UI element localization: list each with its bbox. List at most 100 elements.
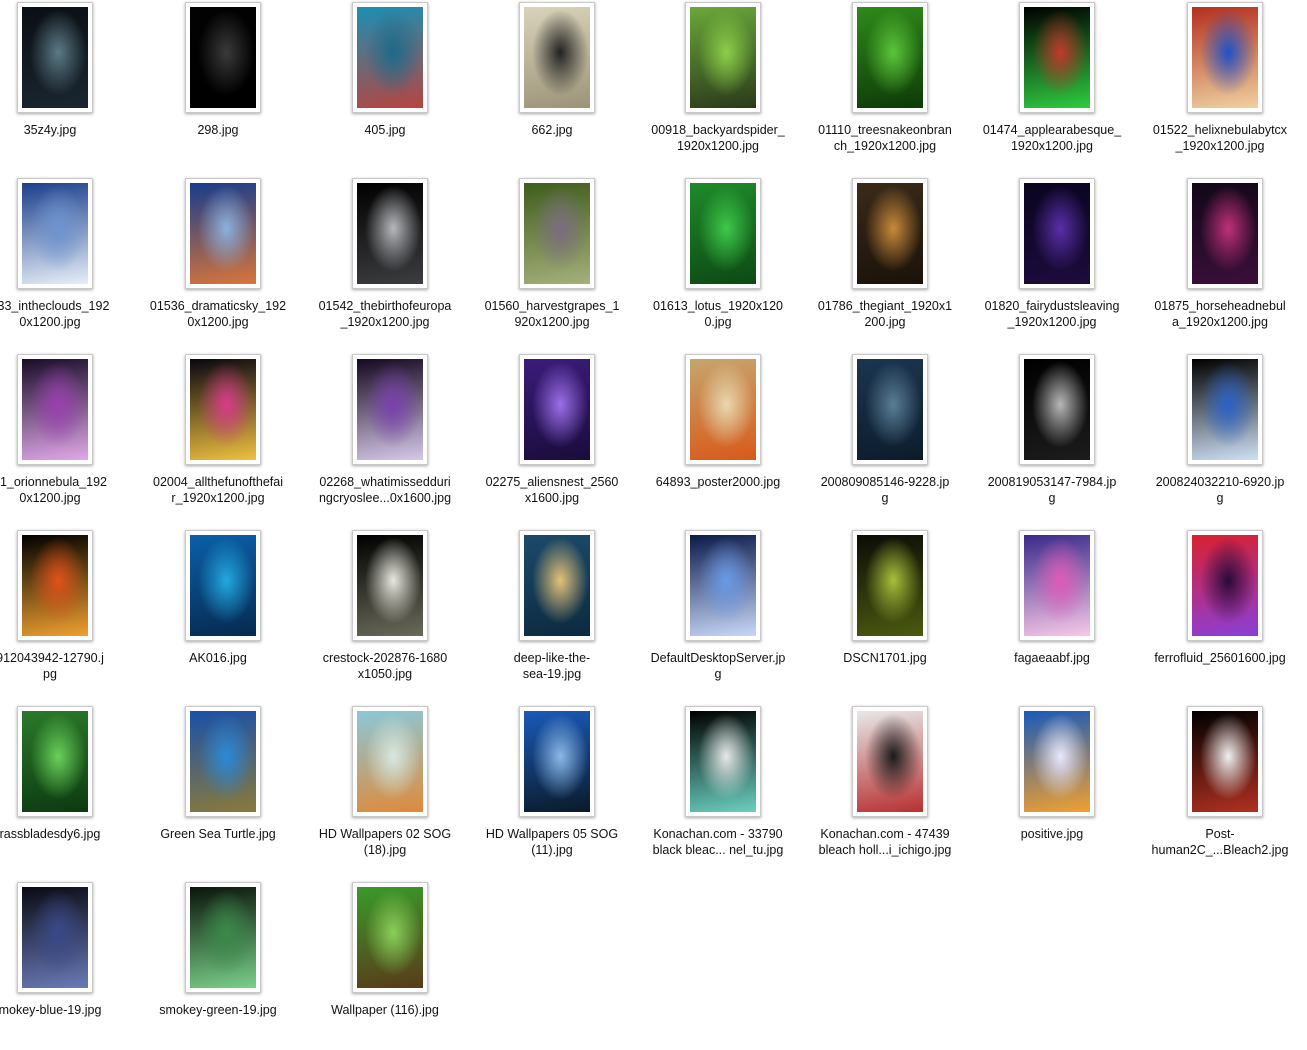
- file-thumbnail[interactable]: [1187, 2, 1263, 113]
- image-preview: [857, 7, 923, 108]
- file-item[interactable]: 01536_dramaticsky_192 0x1200.jpg: [138, 176, 298, 346]
- file-item[interactable]: Konachan.com - 33790 black bleac... nel_…: [638, 704, 798, 874]
- file-thumbnail[interactable]: [17, 354, 93, 465]
- file-thumbnail[interactable]: [185, 530, 261, 641]
- file-item[interactable]: mokey-blue-19.jpg: [0, 880, 130, 1050]
- file-item[interactable]: 01786_thegiant_1920x1 200.jpg: [805, 176, 965, 346]
- image-preview: [190, 7, 256, 108]
- file-thumbnail[interactable]: [1187, 706, 1263, 817]
- file-thumbnail[interactable]: [685, 354, 761, 465]
- file-item[interactable]: Konachan.com - 47439 bleach holl...i_ich…: [805, 704, 965, 874]
- file-thumbnail[interactable]: [352, 354, 428, 465]
- file-thumbnail[interactable]: [185, 706, 261, 817]
- file-thumbnail[interactable]: [185, 354, 261, 465]
- file-name-label: 298.jpg: [197, 123, 239, 137]
- file-item[interactable]: 298.jpg: [138, 0, 298, 170]
- file-thumbnail[interactable]: [352, 2, 428, 113]
- file-item[interactable]: 912043942-12790.j pg: [0, 528, 130, 698]
- file-item[interactable]: Wallpaper (116).jpg: [305, 880, 465, 1050]
- file-thumbnail[interactable]: [852, 530, 928, 641]
- file-name-label: 200819053147-7984.jp g: [987, 475, 1117, 505]
- file-item[interactable]: smokey-green-19.jpg: [138, 880, 298, 1050]
- file-thumbnail[interactable]: [17, 706, 93, 817]
- file-thumbnail[interactable]: [685, 706, 761, 817]
- file-item[interactable]: 01875_horseheadnebul a_1920x1200.jpg: [1140, 176, 1300, 346]
- file-item[interactable]: Post- human2C_...Bleach2.jpg: [1140, 704, 1300, 874]
- file-item[interactable]: 02268_whatimissedduri ngcryoslee...0x160…: [305, 352, 465, 522]
- image-preview: [22, 7, 88, 108]
- file-item[interactable]: deep-like-the- sea-19.jpg: [472, 528, 632, 698]
- file-item[interactable]: HD Wallpapers 02 SOG (18).jpg: [305, 704, 465, 874]
- file-thumbnail[interactable]: [1187, 530, 1263, 641]
- file-thumbnail[interactable]: [17, 882, 93, 993]
- file-thumbnail[interactable]: [519, 706, 595, 817]
- file-item[interactable]: 200809085146-9228.jp g: [805, 352, 965, 522]
- file-item[interactable]: crestock-202876-1680 x1050.jpg: [305, 528, 465, 698]
- file-thumbnail[interactable]: [1187, 178, 1263, 289]
- file-item[interactable]: DSCN1701.jpg: [805, 528, 965, 698]
- image-preview: [357, 535, 423, 636]
- file-item[interactable]: AK016.jpg: [138, 528, 298, 698]
- file-thumbnail[interactable]: [685, 2, 761, 113]
- file-thumbnail[interactable]: [852, 354, 928, 465]
- image-preview: [190, 887, 256, 988]
- file-item[interactable]: 00918_backyardspider_ 1920x1200.jpg: [638, 0, 798, 170]
- file-name-label: smokey-green-19.jpg: [159, 1003, 277, 1017]
- file-thumbnail[interactable]: [1019, 354, 1095, 465]
- file-thumbnail[interactable]: [852, 178, 928, 289]
- file-item[interactable]: 200824032210-6920.jp g: [1140, 352, 1300, 522]
- file-thumbnail[interactable]: [1187, 354, 1263, 465]
- file-thumbnail[interactable]: [352, 706, 428, 817]
- file-thumbnail[interactable]: [685, 530, 761, 641]
- file-item[interactable]: 81_orionnebula_192 0x1200.jpg: [0, 352, 130, 522]
- file-item[interactable]: Green Sea Turtle.jpg: [138, 704, 298, 874]
- file-name-label: Post- human2C_...Bleach2.jpg: [1151, 827, 1289, 857]
- file-item[interactable]: 01560_harvestgrapes_1 920x1200.jpg: [472, 176, 632, 346]
- file-name-label: crestock-202876-1680 x1050.jpg: [322, 651, 448, 681]
- file-item[interactable]: 01542_thebirthofeuropa _1920x1200.jpg: [305, 176, 465, 346]
- file-item[interactable]: 01613_lotus_1920x120 0.jpg: [638, 176, 798, 346]
- file-thumbnail[interactable]: [352, 882, 428, 993]
- file-item[interactable]: positive.jpg: [972, 704, 1132, 874]
- image-preview: [22, 535, 88, 636]
- image-preview: [857, 359, 923, 460]
- file-item[interactable]: 02275_aliensnest_2560 x1600.jpg: [472, 352, 632, 522]
- file-thumbnail[interactable]: [1019, 530, 1095, 641]
- file-item[interactable]: 01474_applearabesque_ 1920x1200.jpg: [972, 0, 1132, 170]
- file-item[interactable]: HD Wallpapers 05 SOG (11).jpg: [472, 704, 632, 874]
- file-name-label: 02268_whatimissedduri ngcryoslee...0x160…: [318, 475, 452, 505]
- file-item[interactable]: 200819053147-7984.jp g: [972, 352, 1132, 522]
- file-thumbnail[interactable]: [352, 530, 428, 641]
- file-item[interactable]: rassbladesdy6.jpg: [0, 704, 130, 874]
- file-thumbnail[interactable]: [185, 882, 261, 993]
- file-thumbnail[interactable]: [17, 530, 93, 641]
- file-item[interactable]: 01110_treesnakeonbran ch_1920x1200.jpg: [805, 0, 965, 170]
- file-item[interactable]: 02004_allthefunofthefai r_1920x1200.jpg: [138, 352, 298, 522]
- file-thumbnail[interactable]: [17, 178, 93, 289]
- file-thumbnail[interactable]: [1019, 178, 1095, 289]
- file-item[interactable]: 662.jpg: [472, 0, 632, 170]
- file-thumbnail[interactable]: [1019, 706, 1095, 817]
- file-thumbnail[interactable]: [519, 178, 595, 289]
- file-item[interactable]: 35z4y.jpg: [0, 0, 130, 170]
- file-thumbnail[interactable]: [17, 2, 93, 113]
- file-item[interactable]: 405.jpg: [305, 0, 465, 170]
- file-item[interactable]: 64893_poster2000.jpg: [638, 352, 798, 522]
- file-thumbnail[interactable]: [185, 178, 261, 289]
- file-thumbnail[interactable]: [685, 178, 761, 289]
- file-thumbnail[interactable]: [519, 2, 595, 113]
- file-thumbnail[interactable]: [1019, 2, 1095, 113]
- file-item[interactable]: 01820_fairydustsleaving _1920x1200.jpg: [972, 176, 1132, 346]
- file-item[interactable]: 533_intheclouds_192 0x1200.jpg: [0, 176, 130, 346]
- file-thumbnail[interactable]: [185, 2, 261, 113]
- file-item[interactable]: fagaeaabf.jpg: [972, 528, 1132, 698]
- file-thumbnail[interactable]: [519, 530, 595, 641]
- file-thumbnail[interactable]: [852, 706, 928, 817]
- file-thumbnail[interactable]: [519, 354, 595, 465]
- file-thumbnail[interactable]: [852, 2, 928, 113]
- file-item[interactable]: DefaultDesktopServer.jp g: [638, 528, 798, 698]
- file-item[interactable]: ferrofluid_25601600.jpg: [1140, 528, 1300, 698]
- image-preview: [857, 183, 923, 284]
- file-item[interactable]: 01522_helixnebulabytcx _1920x1200.jpg: [1140, 0, 1300, 170]
- file-thumbnail[interactable]: [352, 178, 428, 289]
